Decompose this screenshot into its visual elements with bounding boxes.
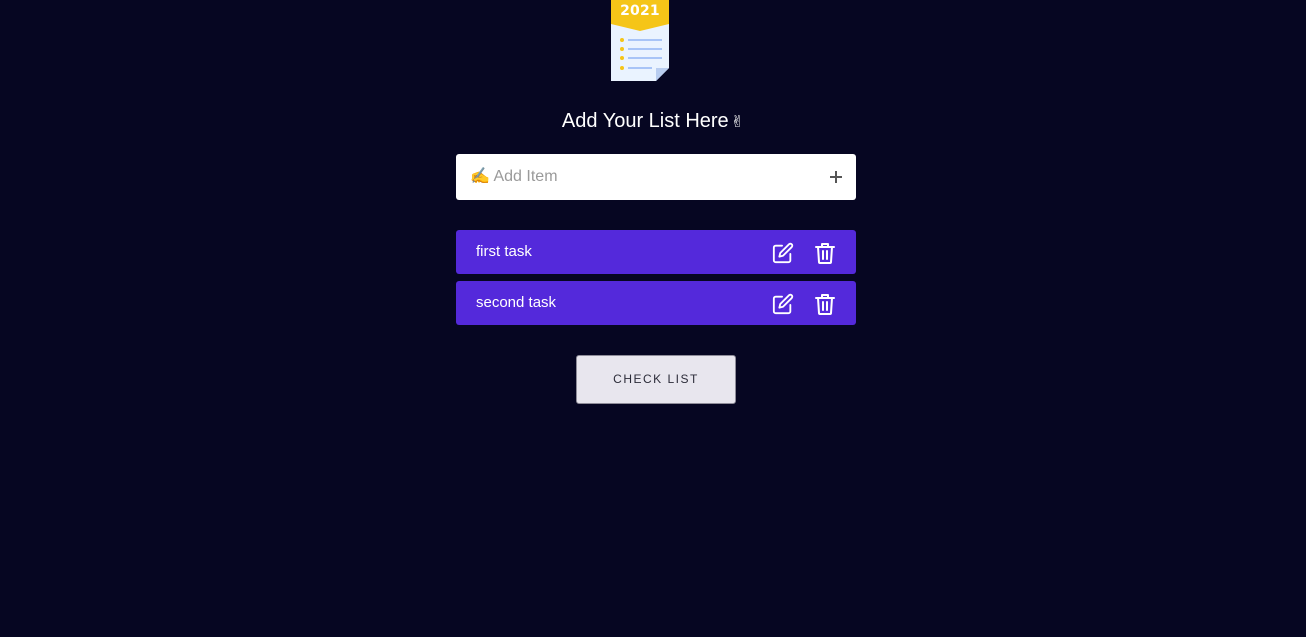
task-item: second task — [456, 281, 856, 325]
trash-icon — [815, 294, 835, 315]
edit-icon — [772, 242, 794, 264]
edit-task-button[interactable] — [772, 242, 794, 264]
edit-task-button[interactable] — [772, 293, 794, 315]
check-list-button[interactable]: CHECK LIST — [576, 355, 736, 404]
heading-text: Add Your List Here — [561, 110, 729, 132]
page-heading: Add Your List Here ✌ — [0, 107, 1306, 137]
task-label: first task — [476, 243, 532, 260]
add-item-button[interactable] — [826, 167, 846, 187]
victory-hand-icon: ✌ — [730, 114, 745, 131]
task-item: first task — [456, 230, 856, 274]
delete-task-button[interactable] — [815, 242, 835, 264]
trash-icon — [815, 243, 835, 264]
delete-task-button[interactable] — [815, 293, 835, 315]
add-item-box — [456, 154, 856, 200]
logo-year: 2021 — [620, 3, 660, 19]
edit-icon — [772, 293, 794, 315]
checklist-logo-icon: 2021 — [611, 0, 669, 81]
plus-icon — [830, 171, 842, 183]
task-label: second task — [476, 294, 557, 311]
add-item-input[interactable] — [470, 154, 810, 200]
